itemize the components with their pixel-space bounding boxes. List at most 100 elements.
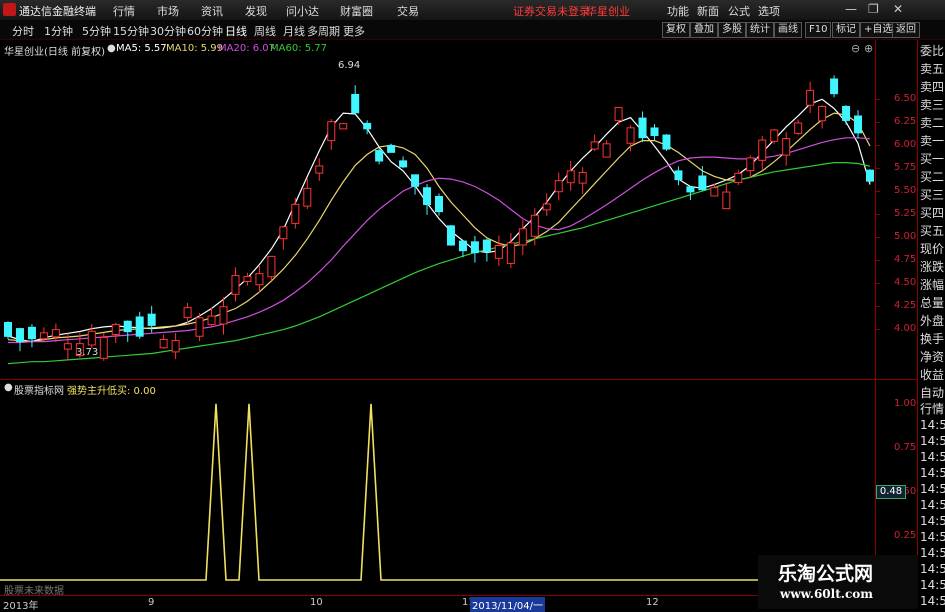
low-annotation: 3.73 [76,347,99,358]
tick-time-label: 14:5 [920,498,945,512]
candle-body [746,157,755,172]
zoom-out-icon[interactable]: ⊖ [851,42,860,55]
tab-period-day[interactable]: 日线 [225,23,247,39]
chart-title: 华星创业(日线 前复权) [4,47,105,58]
add-watchlist-button[interactable]: +自选 [860,22,897,38]
adjust-button[interactable]: 复权 [662,22,690,38]
watermark: 乐淘公式网 www.60lt.com [758,555,918,609]
tab-period-60min[interactable]: 60分钟 [187,23,223,39]
ma5-label: MA5: 5.57 [116,43,167,54]
menu-market[interactable]: 市场 [157,3,179,19]
tab-period-30min[interactable]: 30分钟 [150,23,186,39]
candle-body [279,226,288,240]
candle-body [518,228,527,246]
ma60-label: MA60: 5.77 [270,43,328,54]
candle-body [435,195,443,213]
overlay-button[interactable]: 叠加 [690,22,718,38]
menu-xiaoda[interactable]: 问小达 [286,3,319,19]
ma10-label: MA10: 5.99 [166,43,224,54]
tab-period-15min[interactable]: 15分钟 [113,23,149,39]
f10-button[interactable]: F10 [805,22,832,38]
menu-new-page[interactable]: 新面 [697,3,719,19]
candle-body [614,106,623,122]
price-tick-mark [876,214,880,215]
candle-body [830,78,839,95]
minimize-icon[interactable]: — [845,2,857,16]
candle-body [327,121,336,142]
menu-formula[interactable]: 公式 [728,3,750,19]
tab-period-month[interactable]: 月线 [283,23,305,39]
close-icon[interactable]: ✕ [893,2,903,16]
indicator-settings-icon[interactable]: ● [4,382,13,393]
menu-wealth[interactable]: 财富圈 [340,3,373,19]
candle-body [866,169,874,182]
price-tick: 4.00 [894,322,917,334]
quote-field-label: 买三 [920,188,945,202]
tab-period-more[interactable]: 更多 [343,23,365,39]
tab-period-fenshi[interactable]: 分时 [12,23,34,39]
candle-body [303,187,312,207]
tick-time-label: 14:5 [920,482,945,496]
menu-hq[interactable]: 行情 [113,3,135,19]
price-tick: 4.25 [894,299,917,311]
candle-body [734,172,743,184]
menu-news[interactable]: 资讯 [201,3,223,19]
price-tick-mark [876,191,880,193]
ma20-label: MA20: 6.07 [218,43,276,54]
candle-body [423,187,432,206]
tick-time-label: 14:5 [920,450,945,464]
candle-body [506,242,515,264]
menu-function[interactable]: 功能 [667,3,689,19]
price-tick-mark [876,305,880,307]
price-tick: 6.00 [894,139,917,151]
menu-options[interactable]: 选项 [758,3,780,19]
tab-period-week[interactable]: 周线 [254,23,276,39]
back-button[interactable]: 返回 [892,22,920,38]
ma-line-ma20 [8,137,871,344]
restore-icon[interactable]: ❐ [868,2,879,16]
x-label-2013: 2013年 [3,601,39,612]
indicator-tick: 1.00 [894,397,917,409]
menu-trade[interactable]: 交易 [397,3,419,19]
candle-body [842,105,851,121]
quote-field-label: 换手 [920,332,945,346]
price-tick: 6.25 [894,116,917,128]
zoom-in-icon[interactable]: ⊕ [864,42,873,55]
candle-body [207,315,216,326]
ma-settings-icon[interactable]: ● [107,43,116,54]
quote-field-label: 委比 [920,44,945,58]
multi-stock-button[interactable]: 多股 [718,22,746,38]
candle-body [315,165,324,174]
candle-body [782,138,791,156]
high-annotation: 6.94 [338,60,361,71]
candle-body [15,328,24,343]
candle-body [470,241,479,254]
candle-body [554,180,563,193]
draw-line-button[interactable]: 画线 [774,22,802,38]
login-status[interactable]: 证券交易未登录 [513,3,590,19]
candle-body [674,170,683,181]
price-tick-mark [876,145,880,147]
mark-button[interactable]: 标记 [832,22,860,38]
candle-body [375,150,384,162]
candle-body [183,307,192,319]
stats-button[interactable]: 统计 [746,22,774,38]
tick-time-label: 14:5 [920,594,945,608]
tab-period-5min[interactable]: 5分钟 [82,23,111,39]
candlestick-chart[interactable] [0,40,875,379]
price-tick-mark [876,122,880,124]
candle-body [794,122,803,134]
candle-body [267,255,276,278]
tab-period-1min[interactable]: 1分钟 [44,23,73,39]
candle-body [662,134,671,150]
app-title: 通达信金融终端 [19,5,96,18]
candle-body [255,273,264,286]
indicator-chart[interactable] [0,380,875,595]
tick-time-label: 14:5 [920,530,945,544]
tab-period-multi[interactable]: 多周期 [307,23,340,39]
candle-body [4,322,12,337]
menu-discover[interactable]: 发现 [245,3,267,19]
ma-line-ma5 [7,98,871,343]
candle-body [602,143,611,158]
price-tick-mark [876,168,880,170]
